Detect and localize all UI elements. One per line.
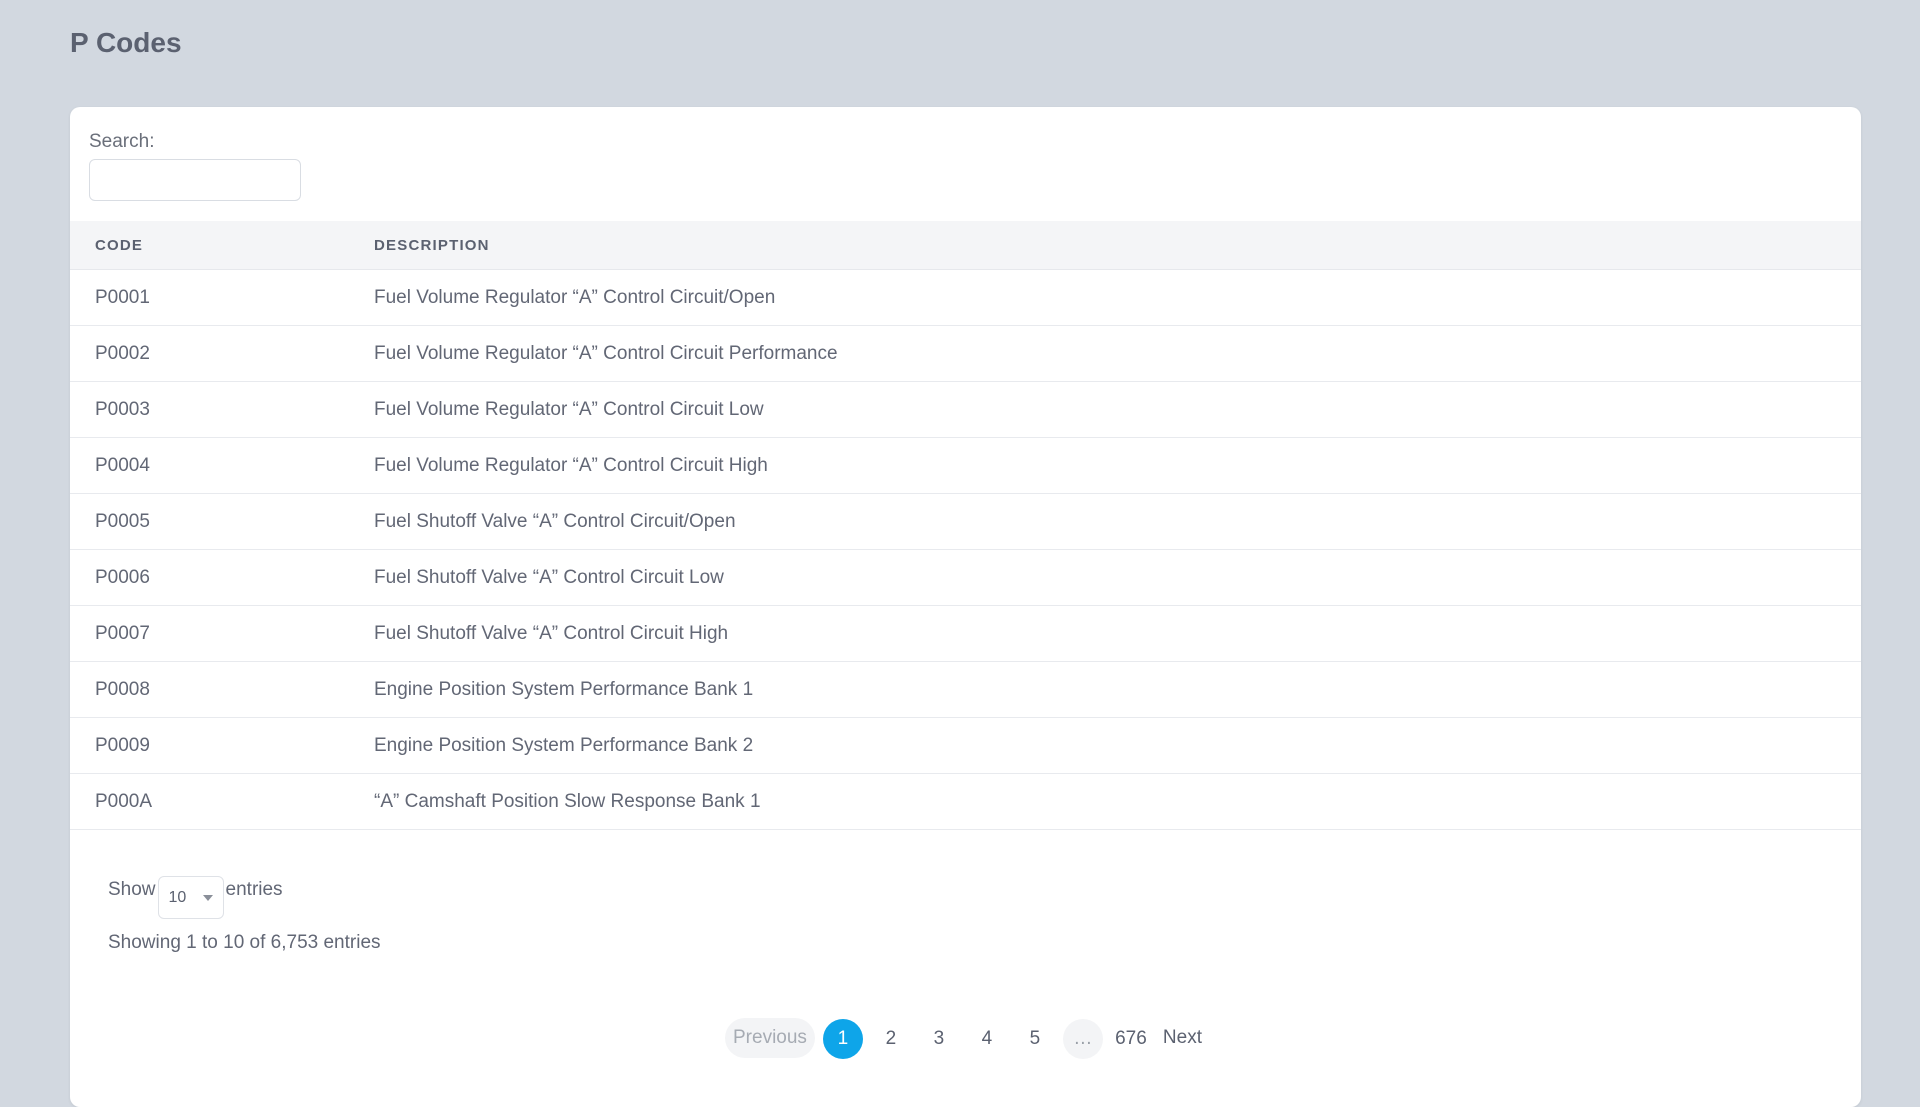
description-cell: “A” Camshaft Position Slow Response Bank… bbox=[374, 773, 1861, 830]
table-row: P0007 Fuel Shutoff Valve “A” Control Cir… bbox=[70, 605, 1861, 662]
page-button-last[interactable]: 676 bbox=[1111, 1019, 1151, 1059]
previous-page-button[interactable]: Previous bbox=[725, 1017, 815, 1058]
page-button-1[interactable]: 1 bbox=[822, 1019, 863, 1059]
search-label: Search: bbox=[89, 131, 155, 152]
description-cell: Fuel Volume Regulator “A” Control Circui… bbox=[374, 325, 1861, 382]
page-length-select[interactable]: 10 bbox=[157, 876, 224, 919]
table-row: P0001 Fuel Volume Regulator “A” Control … bbox=[70, 269, 1861, 326]
length-prefix-label: Show bbox=[108, 878, 156, 900]
code-cell: P0001 bbox=[70, 269, 374, 326]
page-length-control: Show 10 entries bbox=[108, 868, 283, 919]
next-page-button[interactable]: Next bbox=[1159, 1018, 1206, 1058]
table-row: P000A “A” Camshaft Position Slow Respons… bbox=[70, 773, 1861, 830]
page-button-3[interactable]: 3 bbox=[919, 1019, 959, 1059]
pagination: Previous 1 2 3 4 5 … 676 Next bbox=[70, 1017, 1861, 1059]
codes-table: CODE DESCRIPTION P0001 Fuel Volume Regul… bbox=[70, 221, 1861, 830]
code-cell: P0005 bbox=[70, 493, 374, 550]
page-button-5[interactable]: 5 bbox=[1015, 1019, 1055, 1059]
code-cell: P0003 bbox=[70, 381, 374, 438]
code-cell: P0006 bbox=[70, 549, 374, 606]
description-cell: Fuel Shutoff Valve “A” Control Circuit L… bbox=[374, 549, 1861, 606]
pagination-ellipsis: … bbox=[1062, 1019, 1103, 1059]
table-row: P0005 Fuel Shutoff Valve “A” Control Cir… bbox=[70, 493, 1861, 550]
search-input[interactable] bbox=[89, 159, 301, 201]
length-suffix-label: entries bbox=[225, 878, 283, 900]
description-cell: Fuel Shutoff Valve “A” Control Circuit/O… bbox=[374, 493, 1861, 550]
code-cell: P0004 bbox=[70, 437, 374, 494]
table-row: P0006 Fuel Shutoff Valve “A” Control Cir… bbox=[70, 549, 1861, 606]
description-cell: Fuel Shutoff Valve “A” Control Circuit H… bbox=[374, 605, 1861, 662]
codes-card: Search: CODE DESCRIPTION P0001 Fuel Volu… bbox=[70, 107, 1861, 1107]
code-cell: P0007 bbox=[70, 605, 374, 662]
table-row: P0004 Fuel Volume Regulator “A” Control … bbox=[70, 437, 1861, 494]
page-button-2[interactable]: 2 bbox=[871, 1019, 911, 1059]
description-cell: Fuel Volume Regulator “A” Control Circui… bbox=[374, 381, 1861, 438]
description-cell: Fuel Volume Regulator “A” Control Circui… bbox=[374, 437, 1861, 494]
search-area: Search: bbox=[89, 129, 301, 201]
table-row: P0002 Fuel Volume Regulator “A” Control … bbox=[70, 325, 1861, 382]
page-title: P Codes bbox=[70, 27, 182, 58]
page-button-4[interactable]: 4 bbox=[967, 1019, 1007, 1059]
table-row: P0009 Engine Position System Performance… bbox=[70, 717, 1861, 774]
description-cell: Engine Position System Performance Bank … bbox=[374, 717, 1861, 774]
page-length-value: 10 bbox=[168, 888, 187, 906]
code-cell: P0002 bbox=[70, 325, 374, 382]
table-header-row: CODE DESCRIPTION bbox=[70, 221, 1861, 270]
table-info: Showing 1 to 10 of 6,753 entries bbox=[108, 932, 381, 953]
column-header-description[interactable]: DESCRIPTION bbox=[374, 221, 1861, 270]
table-row: P0003 Fuel Volume Regulator “A” Control … bbox=[70, 381, 1861, 438]
code-cell: P0009 bbox=[70, 717, 374, 774]
column-header-code[interactable]: CODE bbox=[70, 221, 374, 270]
table-row: P0008 Engine Position System Performance… bbox=[70, 661, 1861, 718]
code-cell: P000A bbox=[70, 773, 374, 830]
caret-down-icon bbox=[202, 894, 213, 901]
code-cell: P0008 bbox=[70, 661, 374, 718]
description-cell: Engine Position System Performance Bank … bbox=[374, 661, 1861, 718]
description-cell: Fuel Volume Regulator “A” Control Circui… bbox=[374, 269, 1861, 326]
